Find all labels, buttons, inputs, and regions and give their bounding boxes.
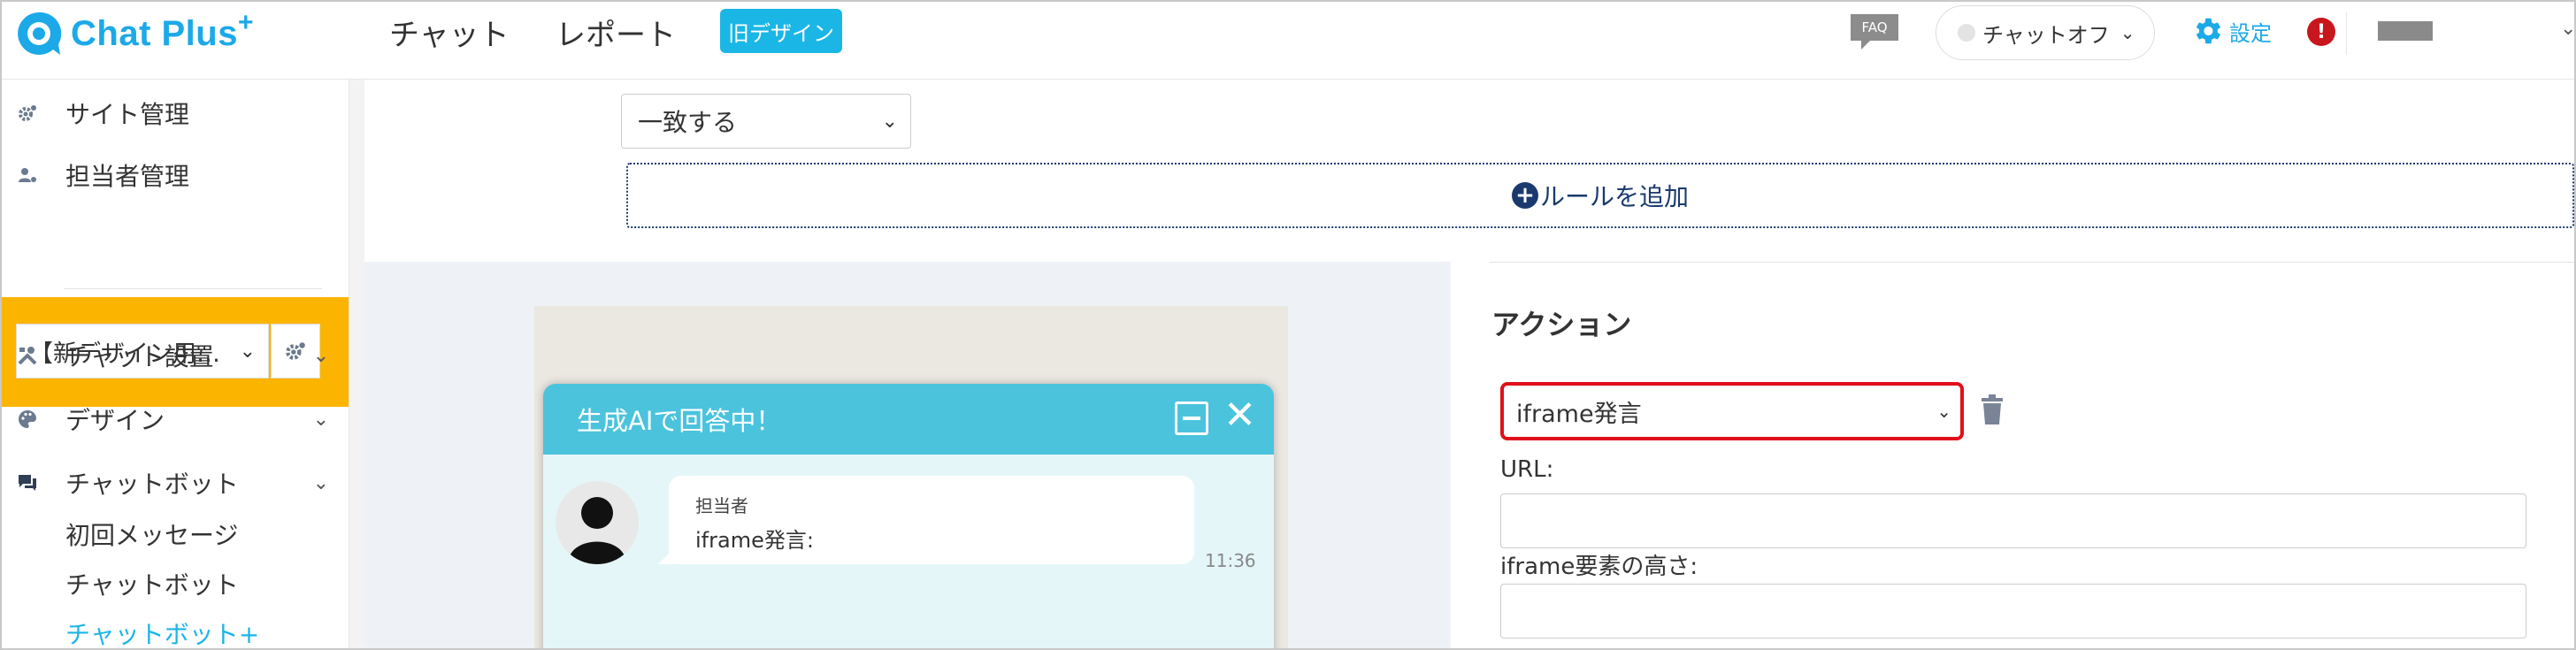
sidebar-item-label: サイト管理 (65, 100, 190, 129)
sidebar-item-label: 担当者管理 (65, 162, 190, 191)
sidebar-divider (64, 288, 322, 289)
agent-avatar (556, 481, 639, 564)
iframe-height-input[interactable] (1500, 584, 2526, 639)
chevron-down-icon: ⌄ (312, 344, 329, 367)
faq-label: FAQ (1861, 19, 1887, 35)
top-header: Chat Plus+ チャット レポート 旧デザイン FAQ チャットオフ ⌄ … (2, 2, 2574, 80)
sidebar-item-site-management[interactable]: サイト管理 (2, 87, 349, 140)
sidebar-subitem-first-message[interactable]: 初回メッセージ (65, 516, 238, 552)
user-name-redacted[interactable] (2378, 21, 2433, 41)
action-title: アクション (1491, 308, 1632, 341)
minimize-icon[interactable] (1175, 401, 1208, 435)
sidebar: サイト管理 担当者管理 【新デザイン用… ⌄ チャット設置 ⌄ デザイン ⌄ チ… (2, 80, 349, 648)
chat-bubbles-icon (16, 471, 39, 494)
chevron-down-icon: ⌄ (312, 408, 329, 431)
chevron-down-icon: ⌄ (312, 471, 329, 494)
site-gear-icon (16, 102, 39, 125)
user-gear-icon (16, 164, 39, 187)
add-rule-label: ルールを追加 (1539, 182, 1689, 211)
sidebar-subitem-chatbot-plus[interactable]: チャットボット+ (65, 616, 259, 648)
chat-status-toggle[interactable]: チャットオフ ⌄ (1936, 5, 2155, 60)
plus-circle-icon: + (1511, 182, 1538, 209)
agent-name: 担当者 (695, 495, 748, 516)
trash-icon[interactable] (1980, 394, 2005, 426)
palette-icon (16, 408, 39, 431)
chevron-down-icon[interactable]: ⌄ (2560, 18, 2574, 40)
alert-icon[interactable]: ! (2307, 18, 2335, 46)
settings-link[interactable]: 設定 (2190, 14, 2272, 48)
app-frame: Chat Plus+ チャット レポート 旧デザイン FAQ チャットオフ ⌄ … (0, 0, 2576, 650)
message-time: 11:36 (1205, 550, 1256, 571)
action-type-select[interactable]: iframe発言 ⌄ (1500, 382, 1964, 440)
chevron-down-icon: ⌄ (1936, 401, 1951, 422)
match-condition-select[interactable]: 一致する ⌄ (621, 94, 911, 149)
nav-chat[interactable]: チャット (389, 11, 510, 54)
chat-widget-title: 生成AIで回答中！ (577, 406, 782, 436)
url-input[interactable] (1500, 493, 2526, 548)
chevron-down-icon: ⌄ (881, 110, 898, 133)
close-icon[interactable]: ✕ (1223, 396, 1256, 435)
iframe-height-label: iframe要素の高さ: (1500, 554, 1698, 580)
chat-bubble-logo-icon (14, 9, 64, 58)
sidebar-item-design[interactable]: デザイン ⌄ (2, 393, 349, 446)
sidebar-item-staff-management[interactable]: 担当者管理 (2, 149, 349, 202)
match-condition-value: 一致する (638, 108, 738, 137)
nav-report[interactable]: レポート (556, 11, 676, 54)
add-rule-button[interactable]: + ルールを追加 (626, 163, 2574, 228)
chat-widget-preview: 生成AIで回答中！ ✕ 担当者 iframe発言: 11:36 (543, 384, 1274, 648)
sidebar-item-label: デザイン (65, 406, 165, 435)
chat-message-bubble: 担当者 iframe発言: (658, 476, 1194, 564)
gear-icon (2196, 18, 2221, 44)
chat-widget-header: 生成AIで回答中！ ✕ (543, 384, 1274, 455)
settings-label: 設定 (2229, 20, 2272, 46)
url-label: URL: (1500, 456, 1554, 483)
faq-icon[interactable]: FAQ (1849, 12, 1900, 50)
sidebar-item-chat-setup[interactable]: チャット設置 ⌄ (2, 329, 349, 382)
message-text: iframe発言: (695, 528, 814, 553)
status-dot-icon (1958, 24, 1975, 42)
chat-status-label: チャットオフ (1982, 22, 2110, 48)
chat-preview-area: 生成AIで回答中！ ✕ 担当者 iframe発言: 11:36 (364, 262, 1451, 648)
header-divider (2346, 12, 2347, 55)
sidebar-item-label: チャット設置 (65, 342, 214, 371)
action-type-value: iframe発言 (1516, 400, 1642, 428)
main-content: 一致する ⌄ + ルールを追加 生成AIで回答中！ ✕ 担当者 iframe発言… (364, 80, 2574, 648)
chevron-down-icon: ⌄ (2120, 22, 2135, 43)
sidebar-scrollbar[interactable] (349, 80, 364, 648)
sidebar-subitem-chatbot[interactable]: チャットボット (65, 566, 239, 601)
action-divider (1490, 262, 2574, 263)
sidebar-item-chatbot[interactable]: チャットボット ⌄ (2, 456, 349, 509)
tools-icon (16, 344, 39, 367)
old-design-button[interactable]: 旧デザイン (720, 9, 842, 53)
sidebar-item-label: チャットボット (65, 470, 239, 499)
chatplus-logo[interactable]: Chat Plus+ (14, 7, 254, 60)
logo-text: Chat Plus+ (71, 7, 255, 53)
